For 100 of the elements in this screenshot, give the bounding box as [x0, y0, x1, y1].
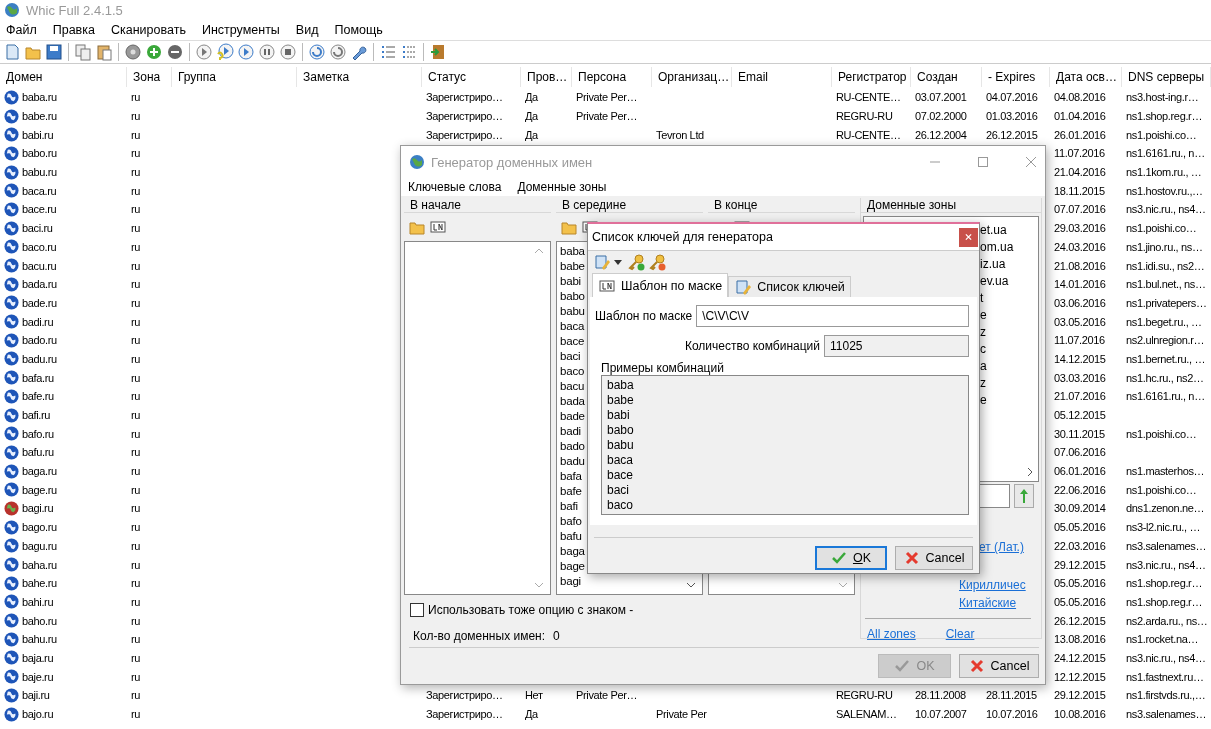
table-cell: Да: [525, 91, 538, 104]
save-icon[interactable]: [45, 43, 63, 61]
column-header[interactable]: Email: [732, 67, 832, 87]
table-cell: 11.07.2016: [1054, 147, 1105, 160]
list-item[interactable]: bagi: [560, 574, 702, 589]
check-icon: [830, 550, 847, 566]
column-header[interactable]: Статус: [422, 67, 521, 87]
column-header[interactable]: Домен: [0, 67, 127, 87]
wrench-icon[interactable]: [350, 43, 368, 61]
refresh-icon[interactable]: [329, 43, 347, 61]
table-cell: ns3.nic.ru., ns4…: [1126, 651, 1206, 664]
new-document-icon[interactable]: [3, 43, 21, 61]
cancel-button[interactable]: Cancel: [959, 654, 1039, 678]
menu-item[interactable]: Вид: [295, 23, 319, 37]
dropdown-caret-icon[interactable]: [614, 259, 622, 265]
remove-icon[interactable]: [166, 43, 184, 61]
zone-label[interactable]: ev.ua: [980, 273, 1038, 290]
app-globe-icon: [409, 154, 425, 170]
play-question-icon[interactable]: [216, 43, 234, 61]
add-icon[interactable]: [145, 43, 163, 61]
column-header[interactable]: DNS серверы: [1122, 67, 1211, 87]
checkbox[interactable]: [410, 603, 424, 617]
close-button[interactable]: [959, 227, 978, 247]
tab[interactable]: Список ключей: [728, 276, 851, 297]
exit-door-icon[interactable]: [429, 43, 447, 61]
ln-icon[interactable]: [429, 218, 447, 236]
detail-list-icon[interactable]: [400, 43, 418, 61]
globe-icon: [4, 444, 19, 460]
list-item: bace: [607, 468, 635, 483]
column-header[interactable]: Организац…: [652, 67, 732, 87]
table-cell: ns3.salenames…: [1126, 708, 1207, 721]
zone-label[interactable]: c: [980, 341, 1038, 358]
move-up-button[interactable]: [1014, 484, 1034, 508]
menu-item[interactable]: Файл: [6, 23, 37, 37]
zone-label[interactable]: t: [980, 290, 1038, 307]
scroll-right-icon[interactable]: [1027, 467, 1033, 477]
cancel-button[interactable]: Cancel: [895, 546, 973, 570]
table-cell: 29.12.2015: [1054, 689, 1106, 702]
table-cell: ns1.bernet.ru., …: [1126, 352, 1206, 365]
close-icon[interactable]: [1025, 156, 1037, 168]
zone-label[interactable]: e: [980, 392, 1038, 409]
table-cell: ns3.nic.ru., ns4…: [1126, 203, 1206, 216]
column-header[interactable]: - Expires: [982, 67, 1050, 87]
table-cell: badi.ru: [22, 315, 54, 328]
table-cell: ru: [131, 240, 141, 253]
table-cell: 29.12.2015: [1054, 558, 1106, 571]
column-header[interactable]: Создан: [911, 67, 982, 87]
scroll-up-icon[interactable]: [534, 248, 544, 254]
table-cell: ru: [131, 352, 141, 365]
zone-label[interactable]: a: [980, 358, 1038, 375]
ok-button[interactable]: OK: [815, 546, 887, 570]
menu-item[interactable]: Сканировать: [110, 23, 186, 37]
tab[interactable]: Шаблон по маске: [592, 273, 729, 297]
link[interactable]: Clear: [945, 627, 975, 641]
menu-item[interactable]: Ключевые слова: [408, 180, 502, 194]
column-header[interactable]: Дата осв…: [1050, 67, 1122, 87]
column-header[interactable]: Регистратор: [832, 67, 911, 87]
link[interactable]: Кирилличес: [959, 578, 1041, 592]
check-icon: [894, 658, 911, 674]
table-cell: ns1.6161.ru., n…: [1126, 390, 1205, 403]
play-icon[interactable]: [237, 43, 255, 61]
key-add-icon[interactable]: [628, 253, 646, 271]
table-cell: bafi.ru: [22, 409, 51, 422]
stop-icon[interactable]: [279, 43, 297, 61]
zone-label[interactable]: et.ua: [980, 222, 1038, 239]
copy-icon[interactable]: [74, 43, 92, 61]
link[interactable]: Китайские: [959, 596, 1041, 610]
zone-label[interactable]: z: [980, 324, 1038, 341]
column-header[interactable]: Заметка: [297, 67, 422, 87]
paste-icon[interactable]: [95, 43, 113, 61]
key-remove-icon[interactable]: [649, 253, 667, 271]
table-cell: babe.ru: [22, 110, 57, 123]
zone-label[interactable]: om.ua: [980, 239, 1038, 256]
mask-input-field[interactable]: \C\V\C\V: [696, 305, 969, 327]
scroll-down-icon[interactable]: [686, 582, 696, 588]
table-cell: bajo.ru: [22, 708, 54, 721]
table-cell: 12.12.2015: [1054, 670, 1106, 683]
globe-icon: [4, 463, 19, 479]
link[interactable]: All zones: [867, 627, 916, 641]
maximize-icon[interactable]: [977, 156, 989, 168]
zone-label[interactable]: iz.ua: [980, 256, 1038, 273]
table-cell: ns1.hostov.ru.,…: [1126, 184, 1203, 197]
zone-label[interactable]: e: [980, 307, 1038, 324]
menu-item[interactable]: Доменные зоны: [517, 180, 607, 194]
disk-icon[interactable]: [124, 43, 142, 61]
link[interactable]: ет (Лат.): [979, 540, 1024, 554]
column-header[interactable]: Персона: [572, 67, 652, 87]
play-icon[interactable]: [195, 43, 213, 61]
table-cell: Tevron Ltd: [656, 128, 704, 141]
column-header[interactable]: Группа: [172, 67, 297, 87]
column-header[interactable]: Зона: [127, 67, 172, 87]
column-header[interactable]: Пров…: [521, 67, 572, 87]
zone-label[interactable]: z: [980, 375, 1038, 392]
list-icon[interactable]: [379, 43, 397, 61]
pause-icon[interactable]: [258, 43, 276, 61]
menu-item[interactable]: Правка: [52, 23, 95, 37]
refresh-icon[interactable]: [308, 43, 326, 61]
menu-item[interactable]: Инструменты: [201, 23, 280, 37]
table-cell: 21.08.2016: [1054, 259, 1106, 272]
menu-item[interactable]: Помощь: [334, 23, 383, 37]
